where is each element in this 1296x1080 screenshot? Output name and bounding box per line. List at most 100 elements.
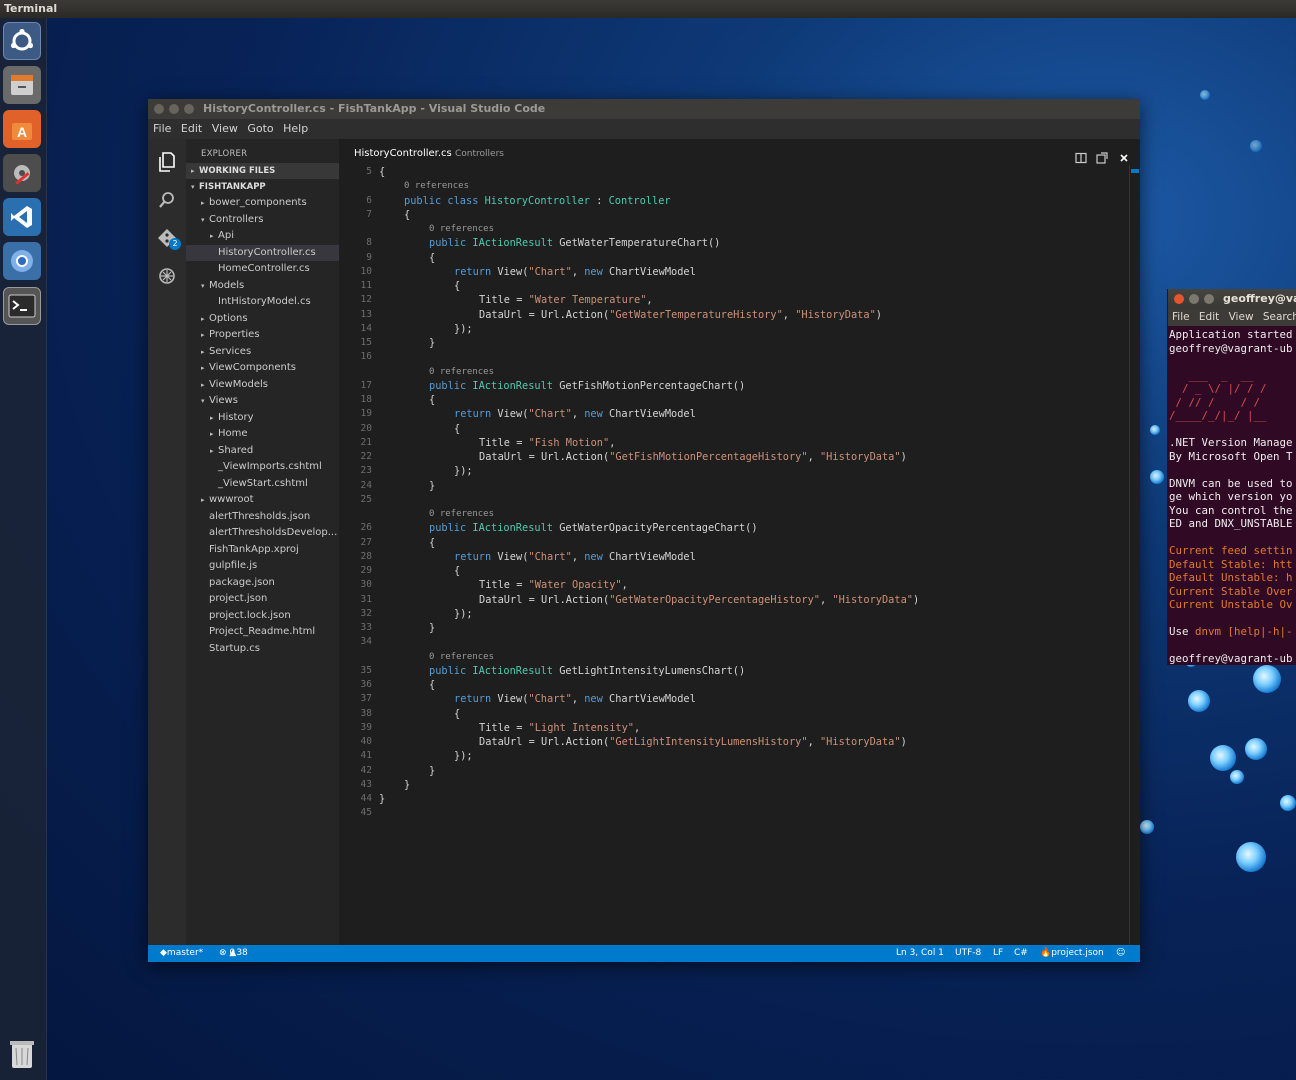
code-line: });: [454, 465, 473, 477]
code-lens-references[interactable]: 0 references: [404, 181, 469, 191]
code-token: DataUrl = Url.Action(: [479, 736, 609, 748]
line-number: 13: [339, 309, 372, 320]
close-tab-icon[interactable]: [1118, 147, 1130, 159]
tree-item[interactable]: gulpfile.js: [186, 558, 339, 575]
close-button[interactable]: [154, 104, 164, 114]
terminal-line: .NET Version Manage: [1169, 436, 1293, 449]
terminal-menu-view[interactable]: View: [1229, 311, 1254, 323]
tree-item[interactable]: project.lock.json: [186, 608, 339, 625]
tree-item[interactable]: package.json: [186, 575, 339, 592]
code-line: }: [379, 793, 385, 805]
tree-item[interactable]: Startup.cs: [186, 641, 339, 658]
terminal-minimize-button[interactable]: [1189, 294, 1199, 304]
open-changes-icon[interactable]: [1096, 147, 1108, 159]
terminal-menu-file[interactable]: File: [1172, 311, 1190, 323]
editor-scrollbar[interactable]: [1129, 165, 1140, 945]
code-token: "Chart": [528, 693, 571, 705]
language-status[interactable]: C#: [1014, 945, 1028, 962]
minimize-button[interactable]: [169, 104, 179, 114]
terminal-menu-search[interactable]: Search: [1263, 311, 1296, 323]
tree-item[interactable]: _ViewImports.cshtml: [186, 459, 339, 476]
code-line: Title = "Fish Motion",: [479, 437, 615, 449]
software-center-icon[interactable]: A: [3, 110, 41, 148]
line-number: 45: [339, 807, 372, 818]
encoding-status[interactable]: UTF-8: [955, 945, 981, 962]
feedback-smiley-icon[interactable]: ☺: [1116, 945, 1125, 962]
menu-goto[interactable]: Goto: [247, 122, 273, 135]
tree-item[interactable]: alertThresholds.json: [186, 509, 339, 526]
ubuntu-dash-icon[interactable]: [3, 22, 41, 60]
code-token: "Fish Motion": [529, 437, 610, 449]
menu-edit[interactable]: Edit: [181, 122, 202, 135]
tree-item[interactable]: ▸Properties: [186, 327, 339, 344]
code-lens-references[interactable]: 0 references: [429, 652, 494, 662]
git-branch-status[interactable]: ◆ master*: [160, 945, 167, 962]
tree-item[interactable]: FishTankApp.xproj: [186, 542, 339, 559]
code-token: {: [429, 537, 435, 549]
files-icon[interactable]: [3, 66, 41, 104]
terminal-menu-edit[interactable]: Edit: [1199, 311, 1219, 323]
split-editor-icon[interactable]: [1075, 147, 1087, 159]
eol-status[interactable]: LF: [993, 945, 1003, 962]
code-line: return View("Chart", new ChartViewModel: [454, 551, 696, 563]
code-token: ,: [572, 266, 584, 278]
cursor-position[interactable]: Ln 3, Col 1: [896, 945, 944, 962]
system-settings-icon[interactable]: [3, 154, 41, 192]
code-token: ,: [634, 722, 640, 734]
trash-icon[interactable]: [3, 1035, 41, 1073]
window-titlebar[interactable]: HistoryController.cs - FishTankApp - Vis…: [148, 99, 1140, 119]
code-token: ,: [783, 309, 795, 321]
chromium-icon[interactable]: [3, 242, 41, 280]
terminal-maximize-button[interactable]: [1204, 294, 1214, 304]
project-status[interactable]: 🔥 project.json: [1040, 945, 1051, 962]
tree-item-label: project.json: [209, 593, 267, 604]
tree-item[interactable]: IntHistoryModel.cs: [186, 294, 339, 311]
menu-view[interactable]: View: [212, 122, 238, 135]
code-editor[interactable]: 5{0 references6public class HistoryContr…: [339, 165, 1129, 945]
git-icon[interactable]: 2: [156, 227, 178, 249]
editor-tab[interactable]: HistoryController.cs Controllers: [339, 139, 1140, 165]
tree-item[interactable]: alertThresholdsDevelop...: [186, 525, 339, 542]
code-token: public: [429, 237, 472, 249]
explorer-icon[interactable]: [156, 151, 178, 173]
tree-item[interactable]: ▸Home: [186, 426, 339, 443]
tree-item[interactable]: ▸Shared: [186, 443, 339, 460]
tree-item[interactable]: Project_Readme.html: [186, 624, 339, 641]
tree-item[interactable]: _ViewStart.cshtml: [186, 476, 339, 493]
tree-item[interactable]: ▸Options: [186, 311, 339, 328]
menu-file[interactable]: File: [153, 122, 171, 135]
working-files-section[interactable]: ▸WORKING FILES: [186, 163, 339, 179]
tree-item[interactable]: ▸Api: [186, 228, 339, 245]
tree-item[interactable]: ▸History: [186, 410, 339, 427]
line-number: 42: [339, 765, 372, 776]
tree-item[interactable]: ▾Controllers: [186, 212, 339, 229]
code-token: IActionResult: [472, 665, 553, 677]
menu-help[interactable]: Help: [283, 122, 308, 135]
terminal-titlebar[interactable]: geoffrey@vag: [1168, 289, 1296, 309]
tree-item-label: HistoryController.cs: [218, 247, 316, 258]
terminal-window[interactable]: geoffrey@vag File Edit View Search Appli…: [1167, 289, 1296, 665]
tree-item[interactable]: HomeController.cs: [186, 261, 339, 278]
tree-item[interactable]: ▸ViewModels: [186, 377, 339, 394]
debug-icon[interactable]: [156, 265, 178, 287]
tree-item[interactable]: ▸bower_components: [186, 195, 339, 212]
tree-item[interactable]: ▸ViewComponents: [186, 360, 339, 377]
maximize-button[interactable]: [184, 104, 194, 114]
tree-item[interactable]: HistoryController.cs: [186, 245, 339, 262]
project-section[interactable]: ▾FISHTANKAPP: [186, 179, 339, 195]
tree-item[interactable]: project.json: [186, 591, 339, 608]
problems-status[interactable]: ⊗ 0 ▲ 38: [219, 945, 236, 962]
code-lens-references[interactable]: 0 references: [429, 509, 494, 519]
search-icon[interactable]: [156, 189, 178, 211]
terminal-icon[interactable]: [3, 287, 41, 325]
terminal-close-button[interactable]: [1174, 294, 1184, 304]
tree-item[interactable]: ▾Models: [186, 278, 339, 295]
tree-item[interactable]: ▸Services: [186, 344, 339, 361]
vscode-icon[interactable]: [3, 198, 41, 236]
tree-item-label: Services: [209, 346, 251, 357]
tree-item[interactable]: ▸wwwroot: [186, 492, 339, 509]
tree-item[interactable]: ▾Views: [186, 393, 339, 410]
code-token: }: [429, 480, 435, 492]
code-lens-references[interactable]: 0 references: [429, 367, 494, 377]
code-lens-references[interactable]: 0 references: [429, 224, 494, 234]
